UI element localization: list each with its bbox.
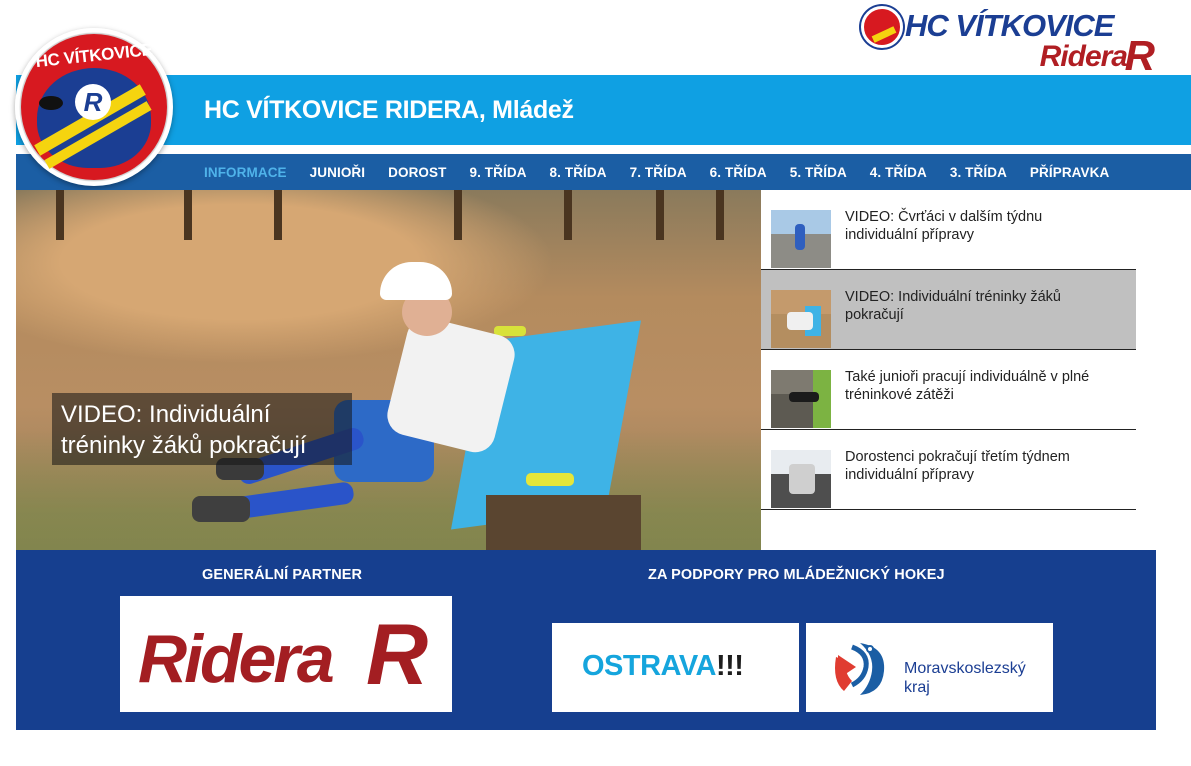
ridera-wordmark: Ridera [138, 621, 335, 697]
support-heading: ZA PODPORY PRO MLÁDEŽNICKÝ HOKEJ [648, 567, 945, 583]
msk-wordmark: Moravskoslezský kraj [904, 659, 1026, 697]
header-divider [16, 145, 1191, 154]
ridera-r-mark: R [366, 607, 429, 703]
brand-r-mark: R [1124, 32, 1155, 79]
hero-tree [656, 190, 664, 240]
news-thumbnail [771, 210, 831, 268]
news-item[interactable]: Také junioři pracují individuálně v plné… [761, 350, 1136, 430]
nav-item-3-trida[interactable]: 3. TŘÍDA [950, 165, 1007, 180]
brand-title: HC VÍTKOVICE [905, 8, 1114, 43]
hero-tree [274, 190, 282, 240]
news-title[interactable]: VIDEO: Čvrťáci v dalším týdnu individuál… [845, 208, 1115, 244]
general-partner-heading: GENERÁLNÍ PARTNER [202, 567, 363, 583]
puck-icon [39, 96, 63, 110]
partners-section: GENERÁLNÍ PARTNER ZA PODPORY PRO MLÁDEŽN… [16, 550, 1156, 730]
msk-emblem-icon [835, 643, 885, 695]
hero-tree [184, 190, 192, 240]
brand-subtitle: Ridera [1039, 40, 1128, 73]
nav-item-juniori[interactable]: JUNIOŘI [310, 165, 365, 180]
ridera-partner-logo[interactable]: Ridera R [120, 596, 452, 712]
hero-bench [486, 495, 641, 550]
msk-partner-logo[interactable]: Moravskoslezský kraj [806, 623, 1053, 712]
brand-logo[interactable]: HC VÍTKOVICE Ridera R [855, 4, 1155, 79]
page: HC VÍTKOVICE Ridera R HC VÍTKOVICE RIDER… [0, 0, 1191, 766]
news-thumbnail [771, 450, 831, 508]
main-nav: INFORMACE JUNIOŘI DOROST 9. TŘÍDA 8. TŘÍ… [204, 154, 1132, 190]
ostrava-name: OSTRAVA [582, 650, 716, 682]
news-title[interactable]: Dorostenci pokračují třetím týdnem indiv… [845, 448, 1115, 484]
ostrava-partner-logo[interactable]: OSTRAVA!!! [552, 623, 799, 712]
news-thumbnail [771, 370, 831, 428]
nav-item-4-trida[interactable]: 4. TŘÍDA [870, 165, 927, 180]
ostrava-exclamation: !!! [715, 650, 744, 682]
nav-item-informace[interactable]: INFORMACE [204, 165, 287, 180]
page-title: HC VÍTKOVICE RIDERA, Mládež [204, 96, 574, 124]
nav-item-8-trida[interactable]: 8. TŘÍDA [550, 165, 607, 180]
nav-item-dorost[interactable]: DOROST [388, 165, 446, 180]
news-item[interactable]: VIDEO: Individuální tréninky žáků pokrač… [761, 270, 1136, 350]
hero-tree [564, 190, 572, 240]
nav-item-5-trida[interactable]: 5. TŘÍDA [790, 165, 847, 180]
hero-person-shoe [192, 496, 250, 522]
club-logo[interactable]: R HC VÍTKOVICE [15, 28, 173, 186]
news-list: VIDEO: Čvrťáci v dalším týdnu individuál… [761, 190, 1136, 510]
msk-line-2: kraj [904, 679, 930, 696]
news-item[interactable]: VIDEO: Čvrťáci v dalším týdnu individuál… [761, 190, 1136, 270]
nav-item-pripravka[interactable]: PŘÍPRAVKA [1030, 165, 1109, 180]
nav-item-6-trida[interactable]: 6. TŘÍDA [710, 165, 767, 180]
hero-person-cap [380, 262, 452, 300]
news-title[interactable]: Také junioři pracují individuálně v plné… [845, 368, 1115, 404]
hero-tree [56, 190, 64, 240]
news-title[interactable]: VIDEO: Individuální tréninky žáků pokrač… [845, 288, 1115, 324]
dumbbell-icon [526, 473, 574, 486]
club-logo-badge: R [75, 84, 111, 120]
hero-tree [454, 190, 462, 240]
news-item[interactable]: Dorostenci pokračují třetím týdnem indiv… [761, 430, 1136, 510]
news-thumbnail [771, 290, 831, 348]
nav-item-9-trida[interactable]: 9. TŘÍDA [469, 165, 526, 180]
ostrava-wordmark: OSTRAVA!!! [582, 650, 744, 683]
hero-slide[interactable]: VIDEO: Individuální tréninky žáků pokrač… [16, 190, 761, 550]
msk-line-1: Moravskoslezský [904, 660, 1026, 677]
header-title-bar [16, 75, 1191, 145]
brand-emblem-icon [861, 6, 903, 48]
hero-caption[interactable]: VIDEO: Individuální tréninky žáků pokrač… [52, 393, 352, 465]
hero-tree [716, 190, 724, 240]
nav-item-7-trida[interactable]: 7. TŘÍDA [630, 165, 687, 180]
